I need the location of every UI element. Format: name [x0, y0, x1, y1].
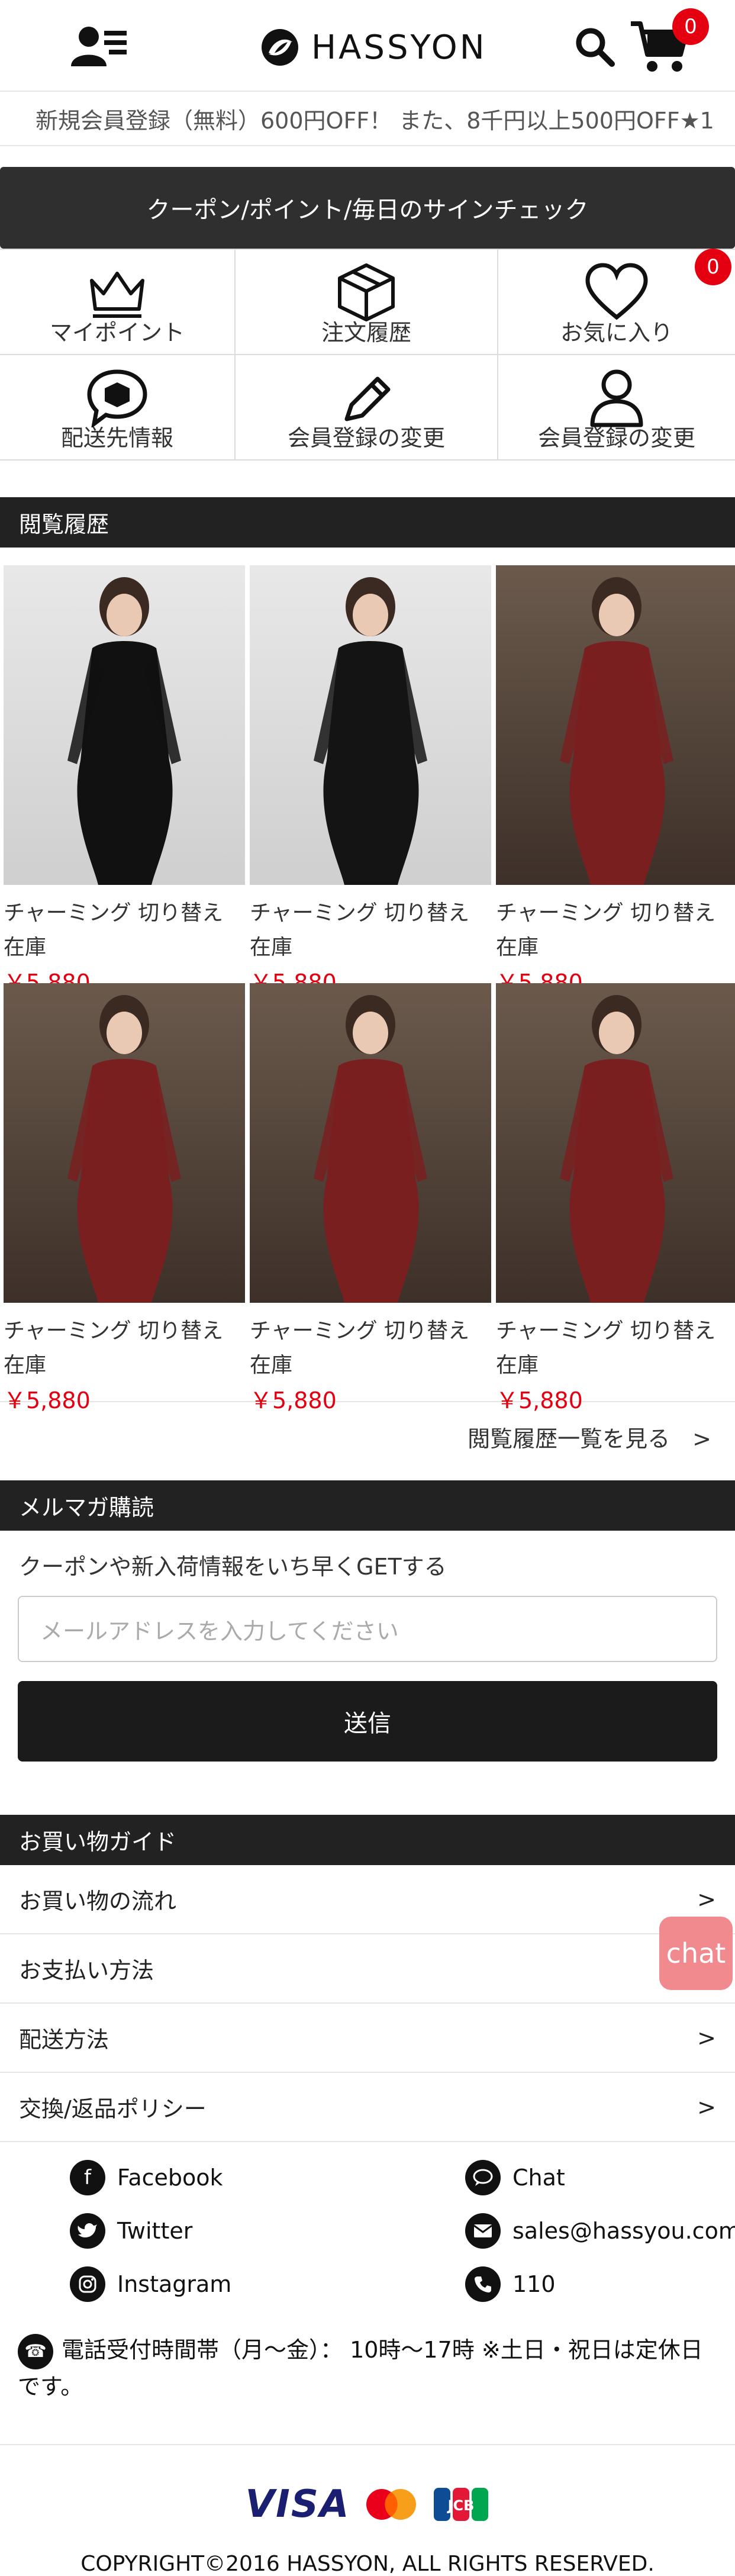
chat-float-button[interactable]: chat	[659, 1917, 733, 1990]
account-menu: マイポイント 注文履歴 お気に入り 0 配送先情報 会員登録の変更 会員登録の変…	[0, 249, 735, 461]
logo-text: HASSYON	[311, 28, 487, 67]
brand-logo[interactable]: HASSYON	[260, 24, 487, 71]
instagram-icon	[70, 2266, 105, 2302]
box-icon	[338, 263, 395, 321]
facebook-icon: f	[70, 2160, 105, 2195]
guide-item-payment[interactable]: お支払い方法 > chat	[0, 1917, 735, 2004]
product-name[interactable]: チャーミング 切り替え	[496, 1313, 735, 1344]
product-stock: 在庫	[4, 1353, 47, 1377]
product-card[interactable]: チャーミング 切り替え 在庫 ￥5,880	[496, 565, 735, 996]
instagram-link[interactable]: Instagram	[70, 2266, 231, 2302]
shopping-guide: お買い物ガイド お買い物の流れ > お支払い方法 > chat 配送方法 > 交…	[0, 1815, 735, 2142]
account-icon[interactable]	[70, 25, 129, 67]
phone-link[interactable]: 110	[465, 2266, 556, 2302]
search-icon[interactable]	[574, 26, 617, 69]
product-stock: 在庫	[496, 935, 539, 959]
instagram-label: Instagram	[117, 2271, 232, 2297]
guide-item-label: お買い物の流れ	[19, 1888, 177, 1914]
mastercard-logo	[366, 2489, 417, 2520]
footer-contacts: f Facebook Twitter Instagram Chat sales@…	[0, 2142, 735, 2445]
pencil-icon	[344, 376, 391, 421]
guide-item-shipping[interactable]: 配送方法 >	[0, 2004, 735, 2073]
email-label: sales@hassyou.com	[512, 2218, 735, 2244]
signin-check-button[interactable]: クーポン/ポイント/毎日のサインチェック	[0, 167, 735, 249]
product-price: ￥5,880	[250, 1387, 337, 1413]
chevron-right-icon: >	[697, 1886, 716, 1912]
visa-logo: VISA	[245, 2482, 350, 2526]
copyright: COPYRIGHT©2016 HASSYON, ALL RIGHTS RESER…	[80, 2552, 655, 2576]
delivery-chat-icon	[87, 369, 147, 427]
product-card[interactable]: チャーミング 切り替え 在庫 ￥5,880	[250, 565, 491, 996]
twitter-icon	[70, 2213, 105, 2249]
menu-my-points[interactable]: マイポイント	[0, 250, 236, 355]
newsletter-section: メルマガ購読 クーポンや新入荷情報をいち早くGETする メールアドレスを入力して…	[0, 1480, 735, 1762]
email-link[interactable]: sales@hassyou.com	[465, 2213, 735, 2249]
payment-methods: VISA JCB	[0, 2463, 735, 2546]
chat-label: Chat	[512, 2165, 565, 2191]
product-card[interactable]: チャーミング 切り替え在庫 ￥5,880	[250, 983, 491, 1413]
product-card[interactable]: チャーミング 切り替え 在庫 ￥5,880	[4, 565, 245, 996]
product-price: ￥5,880	[4, 1387, 91, 1413]
product-price: ￥5,880	[496, 1387, 583, 1413]
product-stock: 在庫	[250, 935, 293, 959]
menu-delivery-info[interactable]: 配送先情報	[0, 355, 236, 461]
phone-label: 110	[512, 2271, 556, 2297]
logo-mark-icon	[262, 29, 298, 66]
business-hours: ☎ 電話受付時間帯（月～金）： 10時～17時 ※土日・祝日は定休日です。	[18, 2333, 722, 2404]
jcb-logo-text: JCB	[447, 2497, 475, 2514]
guide-item-label: 配送方法	[19, 2027, 109, 2053]
product-stock: 在庫	[4, 935, 47, 959]
menu-edit-registration[interactable]: 会員登録の変更	[236, 355, 498, 461]
product-stock: 在庫	[496, 1353, 539, 1377]
menu-order-history[interactable]: 注文履歴	[236, 250, 498, 355]
guide-item-returns[interactable]: 交換/返品ポリシー >	[0, 2073, 735, 2142]
favorites-count-badge: 0	[695, 249, 731, 285]
menu-edit-profile[interactable]: 会員登録の変更	[498, 355, 735, 461]
user-icon	[590, 369, 643, 427]
twitter-label: Twitter	[117, 2218, 193, 2244]
heart-icon	[585, 263, 648, 320]
guide-item-label: 交換/返品ポリシー	[19, 2096, 207, 2122]
crown-icon	[90, 272, 144, 318]
guide-title: お買い物ガイド	[0, 1815, 735, 1865]
history-product-grid: チャーミング 切り替え 在庫 ￥5,880 チャーミング 切り替え 在庫 ￥5,880 チャ…	[0, 548, 735, 1413]
product-image[interactable]	[4, 565, 245, 885]
product-card[interactable]: チャーミング 切り替え在庫 ￥5,880	[4, 983, 245, 1413]
top-header: HASSYON 0	[0, 0, 735, 92]
product-image[interactable]	[496, 983, 735, 1303]
product-name[interactable]: チャーミング 切り替え	[496, 896, 735, 926]
newsletter-title: メルマガ購読	[0, 1480, 735, 1531]
history-section-title: 閲覧履歴	[0, 497, 735, 548]
operator-icon: ☎	[18, 2333, 53, 2369]
facebook-link[interactable]: f Facebook	[70, 2160, 223, 2195]
chat-link[interactable]: Chat	[465, 2160, 565, 2195]
product-name[interactable]: チャーミング 切り替え	[4, 1313, 245, 1344]
facebook-label: Facebook	[117, 2165, 223, 2191]
envelope-icon	[465, 2213, 501, 2249]
menu-favorites[interactable]: お気に入り 0	[498, 249, 735, 355]
phone-icon	[465, 2266, 501, 2302]
product-card[interactable]: チャーミング 切り替え在庫 ￥5,880	[496, 983, 735, 1413]
jcb-logo: JCB	[434, 2488, 489, 2521]
cart-count-badge: 0	[672, 8, 709, 45]
product-image[interactable]	[4, 983, 245, 1303]
chevron-right-icon: >	[697, 2024, 716, 2051]
newsletter-description: クーポンや新入荷情報をいち早くGETする	[19, 1554, 447, 1580]
product-image[interactable]	[496, 565, 735, 885]
product-image[interactable]	[250, 565, 491, 885]
promo-marquee[interactable]: 新規会員登録（無料）600円OFF！ また、8千円以上500円OFF★1	[0, 92, 735, 146]
chat-bubble-icon	[465, 2160, 501, 2195]
product-stock: 在庫	[250, 1353, 293, 1377]
product-image[interactable]	[250, 983, 491, 1303]
guide-item-flow[interactable]: お買い物の流れ >	[0, 1865, 735, 1934]
twitter-link[interactable]: Twitter	[70, 2213, 192, 2249]
business-hours-text: 電話受付時間帯（月～金）： 10時～17時 ※土日・祝日は定休日です。	[18, 2337, 703, 2400]
product-name[interactable]: チャーミング 切り替え	[250, 1313, 491, 1344]
submit-button[interactable]: 送信	[18, 1681, 717, 1762]
email-input[interactable]: メールアドレスを入力してください	[18, 1596, 717, 1662]
product-name[interactable]: チャーミング 切り替え	[250, 896, 491, 926]
chevron-right-icon: >	[697, 2094, 716, 2120]
guide-item-label: お支払い方法	[19, 1957, 154, 1983]
product-name[interactable]: チャーミング 切り替え	[4, 896, 245, 926]
